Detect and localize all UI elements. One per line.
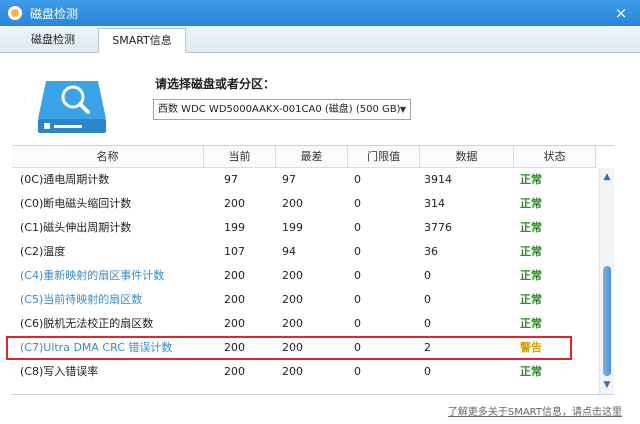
table-header: 名称 当前 最差 门限值 数据 状态 [12, 146, 596, 168]
row-worst: 200 [282, 269, 303, 282]
table-row[interactable]: (0C)通电周期计数 97 97 0 3914 正常 [12, 168, 596, 192]
row-data: 0 [424, 269, 431, 282]
tab-smart-info[interactable]: SMART信息 [98, 28, 186, 53]
vertical-scrollbar[interactable]: ▲ ▼ [599, 168, 614, 394]
row-current: 200 [224, 317, 245, 330]
row-name: (C5)当前待映射的扇区数 [20, 293, 143, 306]
row-worst: 199 [282, 221, 303, 234]
header-worst[interactable]: 最差 [276, 146, 348, 167]
row-worst: 94 [282, 245, 296, 258]
status-badge: 正常 [520, 293, 542, 306]
title-bar: 磁盘检测 × [0, 0, 640, 26]
smart-table: 名称 当前 最差 门限值 数据 状态 (0C)通电周期计数 97 97 0 39… [6, 145, 614, 395]
row-threshold: 0 [354, 317, 361, 330]
row-current: 200 [224, 269, 245, 282]
status-badge: 正常 [520, 173, 542, 186]
app-logo-icon [6, 4, 24, 22]
row-worst: 200 [282, 293, 303, 306]
row-data: 0 [424, 317, 431, 330]
chevron-down-icon[interactable]: ▼ [400, 100, 406, 119]
close-button[interactable]: × [612, 4, 630, 22]
table-row-warning[interactable]: (C7)Ultra DMA CRC 错误计数 200 200 0 2 警告 [6, 336, 596, 360]
table-row[interactable]: (C4)重新映射的扇区事件计数 200 200 0 0 正常 [12, 264, 596, 288]
status-badge: 正常 [520, 245, 542, 258]
row-threshold: 0 [354, 173, 361, 186]
row-threshold: 0 [354, 269, 361, 282]
row-data: 2 [424, 341, 431, 354]
status-badge: 正常 [520, 197, 542, 210]
disk-select-dropdown[interactable]: 西数 WDC WD5000AAKX-001CA0 (磁盘) (500 GB) ▼ [153, 99, 411, 120]
header-threshold[interactable]: 门限值 [348, 146, 420, 167]
scroll-down-icon[interactable]: ▼ [601, 378, 613, 392]
table-row[interactable]: (C2)温度 107 94 0 36 正常 [12, 240, 596, 264]
row-threshold: 0 [354, 245, 361, 258]
row-name: (C1)磁头伸出周期计数 [20, 221, 132, 234]
smart-info-link[interactable]: 了解更多关于SMART信息，请点击这里 [448, 403, 622, 418]
table-row[interactable]: (C5)当前待映射的扇区数 200 200 0 0 正常 [12, 288, 596, 312]
row-current: 97 [224, 173, 238, 186]
row-current: 200 [224, 293, 245, 306]
row-data: 36 [424, 245, 438, 258]
row-current: 200 [224, 341, 245, 354]
row-worst: 200 [282, 365, 303, 378]
row-threshold: 0 [354, 221, 361, 234]
row-data: 0 [424, 293, 431, 306]
row-current: 200 [224, 365, 245, 378]
row-data: 3776 [424, 221, 452, 234]
header-status[interactable]: 状态 [514, 146, 596, 167]
tab-bar: 磁盘检测 SMART信息 [0, 26, 640, 53]
row-threshold: 0 [354, 365, 361, 378]
status-badge: 正常 [520, 365, 542, 378]
row-name: (0C)通电周期计数 [20, 173, 110, 186]
table-row[interactable]: (C0)断电磁头缩回计数 200 200 0 314 正常 [12, 192, 596, 216]
row-threshold: 0 [354, 197, 361, 210]
row-threshold: 0 [354, 293, 361, 306]
status-badge: 正常 [520, 317, 542, 330]
row-name: (C6)脱机无法校正的扇区数 [20, 317, 154, 330]
row-current: 200 [224, 197, 245, 210]
table-row[interactable]: (C8)写入错误率 200 200 0 0 正常 [12, 360, 596, 384]
row-current: 107 [224, 245, 245, 258]
header-data[interactable]: 数据 [420, 146, 514, 167]
main-panel: 请选择磁盘或者分区： 西数 WDC WD5000AAKX-001CA0 (磁盘)… [0, 53, 640, 424]
row-data: 0 [424, 365, 431, 378]
row-name: (C7)Ultra DMA CRC 错误计数 [20, 341, 173, 354]
status-badge: 正常 [520, 221, 542, 234]
row-worst: 200 [282, 317, 303, 330]
row-data: 314 [424, 197, 445, 210]
scrollbar-thumb[interactable] [603, 266, 611, 376]
window-title: 磁盘检测 [30, 6, 79, 21]
disk-select-label: 请选择磁盘或者分区： [155, 77, 276, 91]
row-name: (C2)温度 [20, 245, 66, 258]
scroll-up-icon[interactable]: ▲ [601, 170, 613, 184]
status-badge: 正常 [520, 269, 542, 282]
row-name: (C0)断电磁头缩回计数 [20, 197, 132, 210]
tab-disk-check[interactable]: 磁盘检测 [4, 28, 102, 53]
table-row[interactable]: (C1)磁头伸出周期计数 199 199 0 3776 正常 [12, 216, 596, 240]
status-badge: 警告 [520, 341, 542, 354]
hard-disk-icon [38, 81, 106, 133]
table-row[interactable]: (C6)脱机无法校正的扇区数 200 200 0 0 正常 [12, 312, 596, 336]
row-name: (C4)重新映射的扇区事件计数 [20, 269, 165, 282]
header-name[interactable]: 名称 [12, 146, 204, 167]
row-worst: 97 [282, 173, 296, 186]
row-name: (C8)写入错误率 [20, 365, 99, 378]
row-worst: 200 [282, 197, 303, 210]
table-body: (0C)通电周期计数 97 97 0 3914 正常 (C0)断电磁头缩回计数 … [6, 168, 596, 394]
disk-select-value: 西数 WDC WD5000AAKX-001CA0 (磁盘) (500 GB) [158, 104, 401, 115]
header-current[interactable]: 当前 [204, 146, 276, 167]
row-worst: 200 [282, 341, 303, 354]
row-threshold: 0 [354, 341, 361, 354]
row-data: 3914 [424, 173, 452, 186]
row-current: 199 [224, 221, 245, 234]
